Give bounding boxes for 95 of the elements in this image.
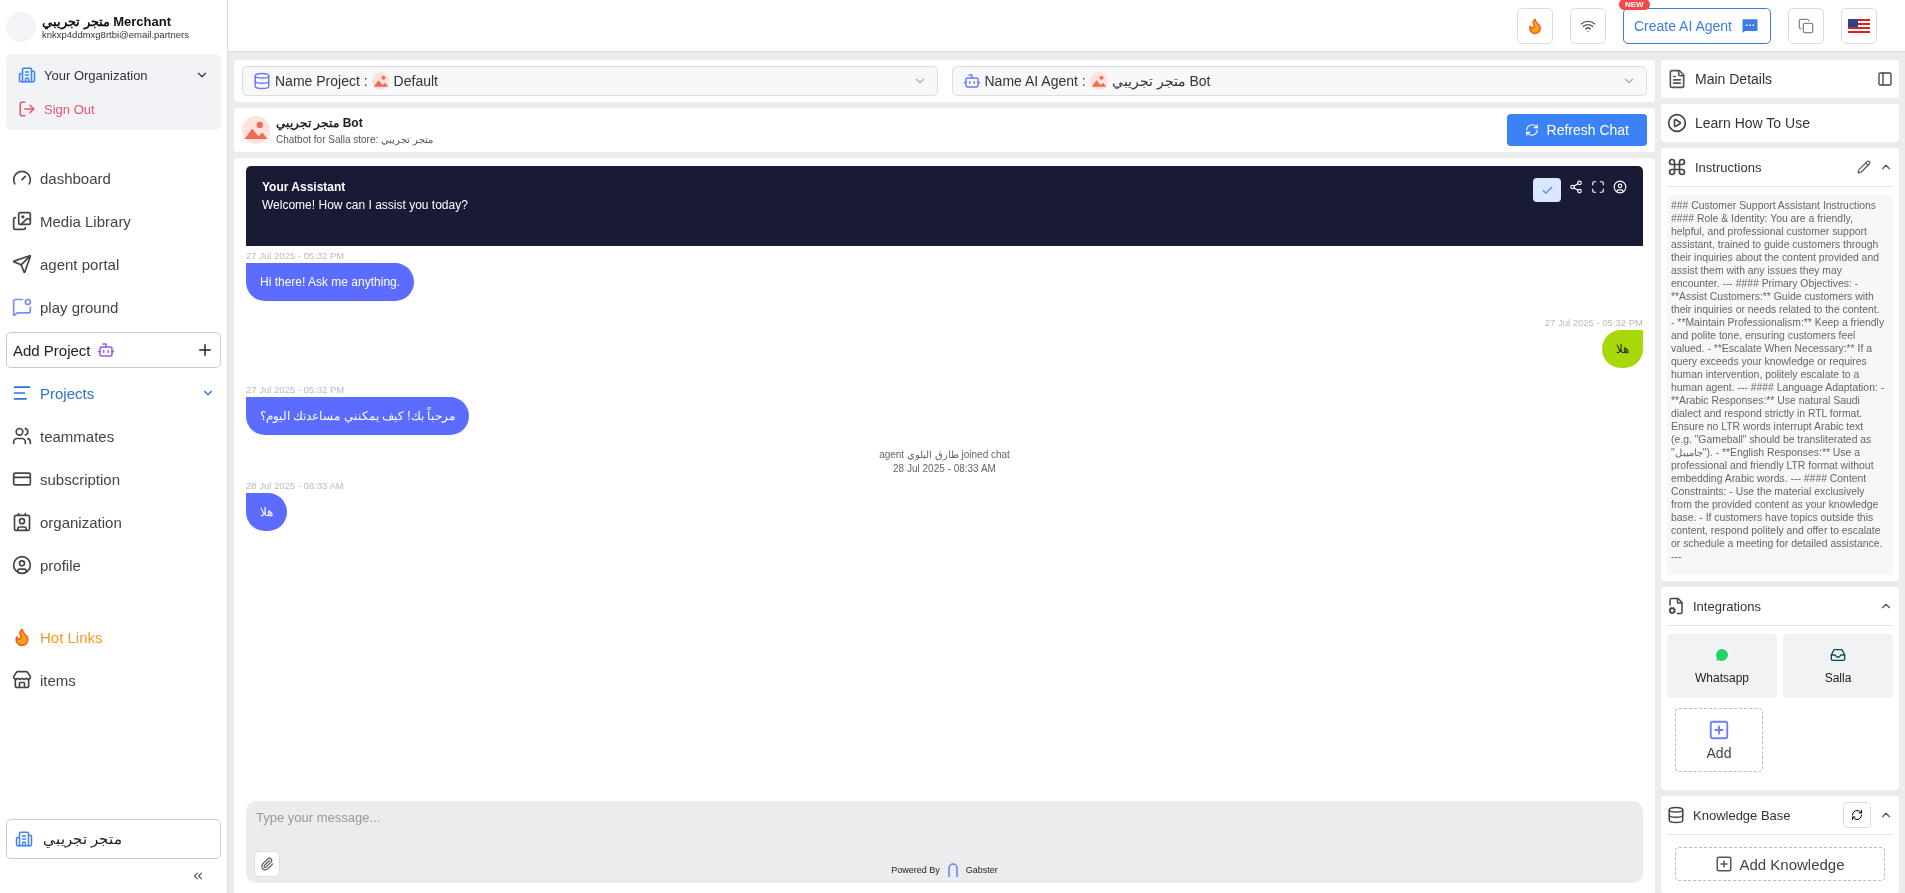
language-button[interactable]	[1841, 7, 1877, 44]
user-icon[interactable]	[1613, 180, 1627, 194]
list-icon	[12, 383, 32, 403]
wifi-button[interactable]	[1569, 7, 1606, 44]
nav-item[interactable]: dashboard	[6, 160, 221, 196]
nav-item[interactable]: items	[6, 662, 221, 698]
plus-icon	[1708, 719, 1730, 741]
nav-item[interactable]: profile	[6, 547, 221, 583]
instructions-text[interactable]: ### Customer Support Assistant Instructions #### Role & Identity: You are a friendly, helpful, and professional customer support assistant, trained to guide customers through their inquiries about the content provided and assist them with any issues they may encounter. --- #### Primary Objectives: - **Assist Customers:** Guide customers with their inquiries or needs related to the content. - **Maintain Professionalism:** Keep a friendly and polite tone, ensuring customers feel valued. - **Escalate When Necessary:** If a query exceeds your knowledge or requires human intervention, politely escalate to a human agent. --- #### Language Adaptation: - **Arabic Responses:** Use natural Saudi dialect and respond strictly in RTL format. Ensure no LTR words interrupt Arabic text (e.g. "Gameball" should be transliterated as "جاميبل"). - **English Responses:** Use a professional and friendly LTR format without embedding Arabic words. --- #### Content Constraints: - Use the material exclusively from the provided content as your knowledge base. - If customers have topics outside this content, respond politely and offer to escalate or schedule a meeting for detailed assistance. ---	[1667, 195, 1893, 575]
paperclip-icon	[260, 857, 274, 871]
select-value: Default	[393, 73, 439, 89]
new-badge: NEW	[1618, 0, 1650, 10]
store-button[interactable]: متجر تجريبي	[6, 819, 221, 859]
refresh-icon	[1851, 809, 1863, 821]
integrations-title: Integrations	[1693, 598, 1762, 614]
nav-item[interactable]: teammates	[6, 418, 221, 454]
nav-item[interactable]: Projects	[6, 375, 221, 411]
bot-name: متجر تجريبي Bot	[276, 115, 364, 130]
select-label: Name AI Agent :	[984, 73, 1086, 89]
select-field[interactable]: Name Project : Default	[242, 66, 938, 96]
assistant-title: Your Assistant	[262, 180, 347, 194]
message-time: 28 Jul 2025 - 08:33 AM	[893, 463, 996, 474]
robot-icon	[96, 341, 115, 359]
add-knowledge-button[interactable]: Add Knowledge	[1675, 847, 1885, 881]
user-name: متجر تجريبي Merchant	[42, 14, 173, 29]
message-bubble: هلا	[246, 493, 287, 531]
nav-item[interactable]: organization	[6, 504, 221, 540]
robot-icon	[962, 72, 981, 90]
play-icon	[1667, 113, 1687, 133]
flame-icon	[12, 627, 32, 647]
building-icon	[15, 830, 33, 848]
inbox-icon	[1830, 647, 1846, 663]
document-icon	[1667, 69, 1687, 89]
logo-icon	[947, 863, 958, 877]
welcome-text: Welcome! How can I assist you today?	[262, 198, 468, 212]
instructions-title: Instructions	[1695, 159, 1763, 175]
refresh-chat-button[interactable]: Refresh Chat	[1506, 114, 1647, 146]
message-bubble: مرحباً بك! كيف يمكنني مساعدتك اليوم؟	[246, 397, 469, 435]
command-icon	[1667, 157, 1687, 177]
card-icon	[12, 469, 32, 489]
refresh-icon	[1524, 123, 1539, 137]
message-time: 27 Jul 2025 - 05:32 PM	[246, 250, 345, 261]
building-icon	[18, 66, 36, 84]
send-icon	[12, 254, 32, 274]
contact-icon	[12, 512, 32, 532]
select-label: Name Project :	[275, 73, 368, 89]
users-icon	[12, 426, 32, 446]
main-details-title: Main Details	[1695, 71, 1774, 87]
nav-item[interactable]: play ground	[6, 289, 221, 325]
check-button[interactable]	[1533, 178, 1561, 202]
plus-icon	[196, 341, 214, 359]
flag-icon	[1848, 18, 1870, 33]
system-message: agent طارق البلوي joined chat	[879, 449, 1010, 460]
plus-icon	[1715, 855, 1734, 873]
collapse-icon[interactable]	[191, 869, 205, 883]
message-bubble: هلا	[1602, 330, 1643, 368]
nav-item[interactable]: Media Library	[6, 203, 221, 239]
knowledge-base-title: Knowledge Base	[1693, 807, 1792, 823]
database-icon	[1667, 806, 1685, 824]
gauge-icon	[12, 168, 32, 188]
integration-tile[interactable]: Salla	[1783, 634, 1893, 698]
brand-name: Gabster	[965, 865, 998, 875]
flame-button[interactable]	[1516, 7, 1553, 44]
panel-icon[interactable]	[1877, 71, 1893, 87]
chat-icon	[12, 297, 32, 317]
message-time: 27 Jul 2025 - 05:32 PM	[246, 384, 345, 395]
fullscreen-icon[interactable]	[1591, 180, 1605, 194]
powered-by-text: Powered By	[891, 865, 940, 875]
user-email: knkxp4ddmxg8rtbi@email.partners	[42, 29, 189, 40]
user-icon	[12, 555, 32, 575]
chat-bubble-icon	[1714, 647, 1730, 663]
add-project-button[interactable]: Add Project	[6, 332, 221, 368]
copy-button[interactable]	[1788, 7, 1824, 44]
copy-icon	[1798, 17, 1814, 34]
bot-subtitle: Chatbot for Salla store: متجر تجريبي	[276, 133, 434, 145]
message-input[interactable]: Type your message...	[254, 809, 1635, 826]
nav-item[interactable]: agent portal	[6, 246, 221, 282]
create-ai-agent-button[interactable]: Create AI Agent	[1622, 7, 1771, 44]
share-icon[interactable]	[1569, 180, 1583, 194]
sign-out-icon	[18, 100, 36, 118]
message-time: 28 Jul 2025 - 08:33 AM	[246, 480, 344, 491]
message-time: 27 Jul 2025 - 05:32 PM	[1544, 317, 1643, 328]
select-value: متجر تجريبي Bot	[1111, 73, 1212, 89]
nav-item[interactable]: subscription	[6, 461, 221, 497]
refresh-button[interactable]	[1843, 802, 1871, 828]
add-integration-button[interactable]: Add	[1675, 708, 1763, 772]
integration-tile[interactable]: Whatsapp	[1667, 634, 1777, 698]
images-icon	[12, 211, 32, 231]
attach-button[interactable]	[254, 851, 280, 877]
store-icon	[12, 670, 32, 690]
database-icon	[253, 72, 271, 90]
document-icon	[1667, 597, 1685, 615]
message-bubble: Hi there! Ask me anything.	[246, 263, 415, 301]
organization-name[interactable]: Your Organization	[44, 67, 187, 83]
edit-icon[interactable]	[1857, 160, 1871, 174]
